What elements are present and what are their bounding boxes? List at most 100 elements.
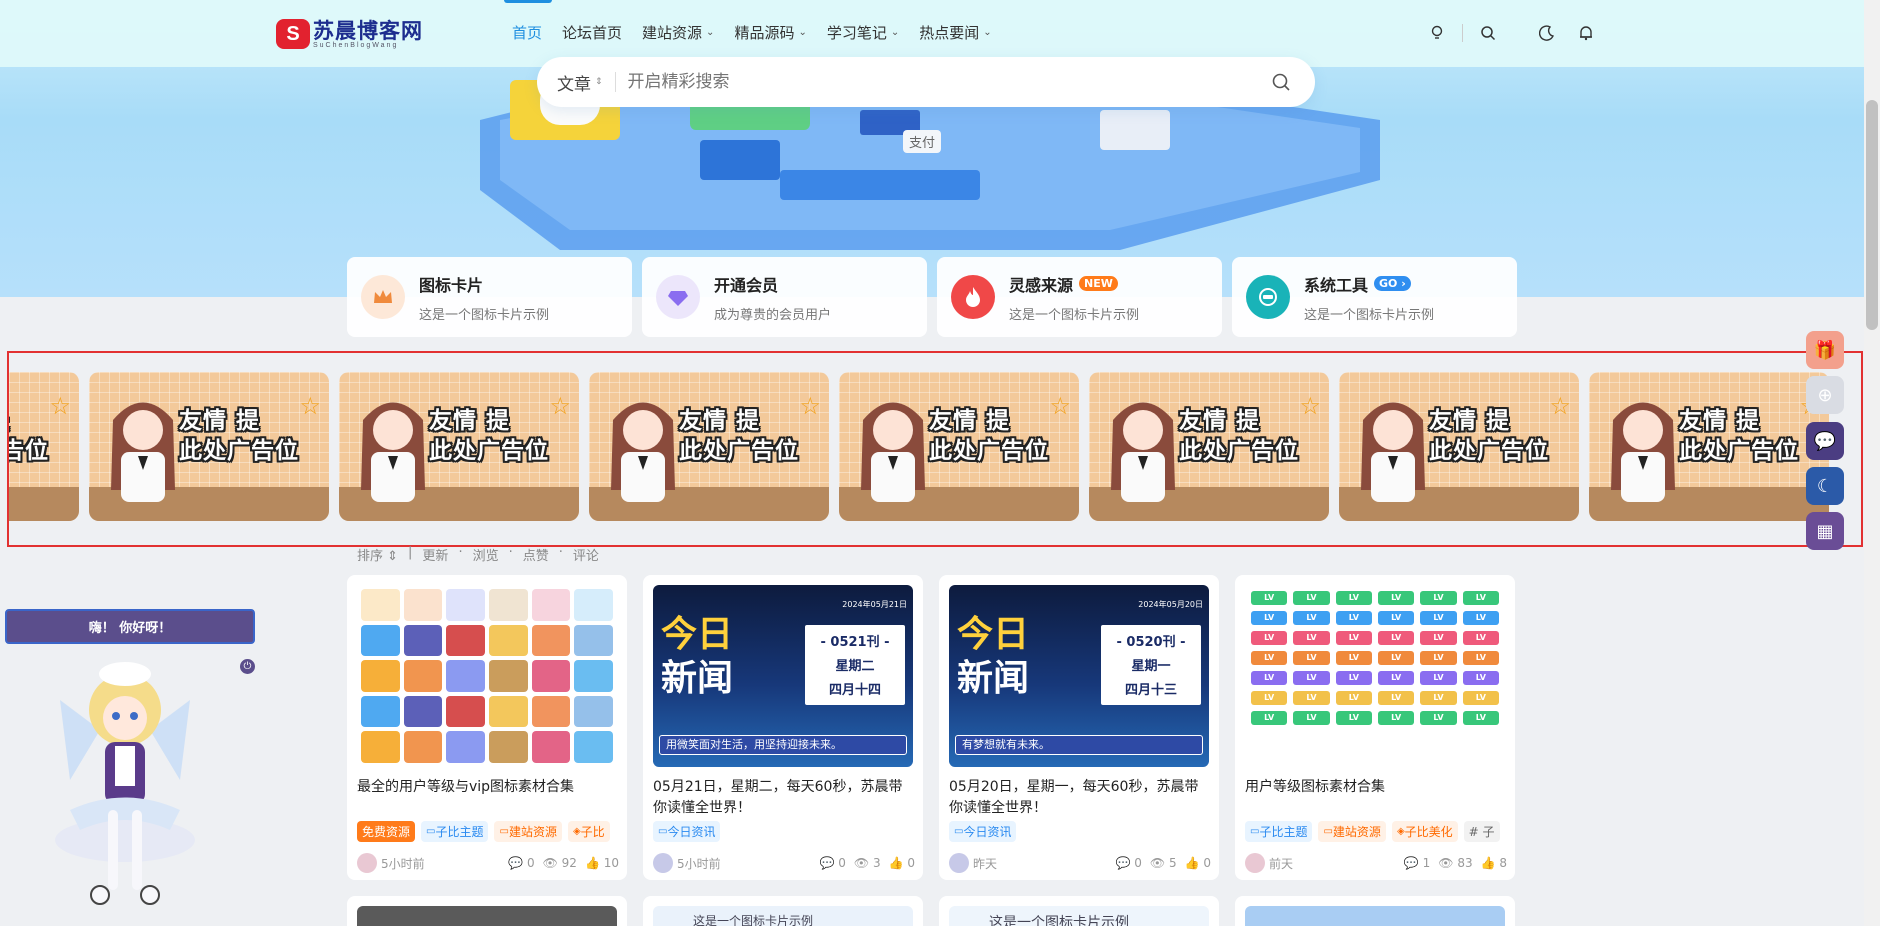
avatar[interactable]: [1245, 853, 1265, 873]
post-tag[interactable]: ▭ 今日资讯: [949, 821, 1017, 842]
post-card[interactable]: 最全的用户等级与vip图标素材合集 免费资源 ▭ 子比主题 ▭ 建站资源 ◈ 子比 5…: [347, 575, 627, 880]
icon-card[interactable]: 开通会员 成为尊贵的会员用户: [642, 257, 927, 337]
avatar[interactable]: [653, 853, 673, 873]
nav-item-study-notes[interactable]: 学习笔记 ⌄: [827, 22, 899, 43]
post-title[interactable]: 用户等级图标素材合集: [1245, 777, 1507, 798]
nav-item-site-resources[interactable]: 建站资源 ⌄: [642, 22, 714, 43]
ad-banner[interactable]: 友情 提此处广告位☆: [589, 372, 829, 521]
ad-girl-illustration: [1111, 402, 1175, 502]
thumbnail-icon: [489, 731, 528, 763]
ad-banner[interactable]: 友情 提此处广告位☆: [339, 372, 579, 521]
nav-item-hot-news[interactable]: 热点要闻 ⌄: [919, 22, 991, 43]
news-lunar: 四月十四: [828, 683, 881, 698]
post-time: 5小时前: [677, 856, 721, 871]
sort-option[interactable]: 评论: [573, 545, 599, 564]
post-tag[interactable]: ▭ 建站资源: [1318, 821, 1386, 842]
post-time: 5小时前: [381, 856, 425, 871]
level-badge: LV: [1377, 711, 1415, 725]
search-icon[interactable]: [1477, 22, 1499, 44]
sort-option[interactable]: 浏览: [473, 545, 499, 564]
post-thumbnail[interactable]: [357, 585, 617, 767]
post-title[interactable]: 05月21日，星期二，每天60秒，苏晨带你读懂全世界！: [653, 777, 915, 819]
sort-option[interactable]: 排序 ⇕: [357, 545, 398, 564]
post-title[interactable]: 最全的用户等级与vip图标素材合集: [357, 777, 619, 798]
level-badge: LV: [1251, 631, 1288, 645]
post-card[interactable]: [347, 896, 627, 926]
qrcode-icon[interactable]: ▦: [1806, 512, 1844, 550]
post-tag[interactable]: ◈ 子比美化: [1391, 821, 1458, 842]
search-icon[interactable]: [1269, 70, 1293, 94]
post-tag[interactable]: ▭ 子比主题: [1245, 821, 1313, 842]
power-icon[interactable]: ⏻: [240, 659, 255, 674]
folder-icon: ▭: [658, 826, 668, 837]
level-badge: LV: [1420, 671, 1457, 685]
scrollbar-thumb[interactable]: [1866, 100, 1878, 330]
ad-text: 友情 提此处广告位: [9, 406, 49, 466]
avatar[interactable]: [357, 853, 377, 873]
post-meta: 前天 💬 1 👁 83 👍 8: [1245, 853, 1507, 873]
post-tag[interactable]: 免费资源: [357, 821, 416, 842]
nav-item-home[interactable]: 首页: [512, 22, 542, 43]
comment-count-value: 0: [1134, 856, 1142, 870]
post-thumbnail[interactable]: LV LV LV LV LV LV LV LV LV LV LV LV LV LV LV LV LV LV LV LV…: [1245, 585, 1505, 767]
post-tag[interactable]: ▭ 今日资讯: [653, 821, 721, 842]
post-card[interactable]: 2024年05月21日 今日 新闻 - 0521刊 - 星期二 四月十四 用微笑面…: [643, 575, 923, 880]
post-card[interactable]: 这是一个图标卡片示例: [643, 896, 923, 926]
search-type-select[interactable]: 文章 ⇕: [557, 70, 603, 95]
mascot-character[interactable]: [40, 660, 210, 922]
moon-icon[interactable]: ☾: [1806, 467, 1844, 505]
moon-icon[interactable]: [1536, 22, 1558, 44]
post-thumbnail[interactable]: 2024年05月21日 今日 新闻 - 0521刊 - 星期二 四月十四 用微笑面…: [653, 585, 913, 767]
post-time: 前天: [1269, 856, 1294, 871]
post-card[interactable]: [1235, 896, 1515, 926]
ad-banner[interactable]: 友情 提此处广告位☆: [1589, 372, 1829, 521]
post-tag[interactable]: ▭ 子比主题: [421, 821, 489, 842]
ad-banner[interactable]: 友情 提此处广告位☆: [9, 372, 79, 521]
post-title[interactable]: 05月20日，星期一，每天60秒，苏晨带你读懂全世界！: [949, 777, 1211, 819]
chevron-down-icon: ⌄: [983, 27, 992, 38]
header-spacer: [1566, 24, 1567, 42]
search-input[interactable]: [627, 72, 1269, 92]
ad-banner-strip: 友情 提此处广告位☆友情 提此处广告位☆友情 提此处广告位☆友情 提此处广告位☆…: [7, 351, 1863, 547]
post-thumbnail[interactable]: 这是一个图标卡片示例: [949, 906, 1209, 926]
post-card[interactable]: 2024年05月20日 今日 新闻 - 0520刊 - 星期一 四月十三 有梦想就…: [939, 575, 1219, 880]
search-bar: 文章 ⇕: [537, 57, 1315, 107]
nav-label: 学习笔记: [826, 24, 887, 42]
chat-icon[interactable]: 💬: [1806, 422, 1844, 460]
post-thumbnail[interactable]: 2024年05月20日 今日 新闻 - 0520刊 - 星期一 四月十三 有梦想就…: [949, 585, 1209, 767]
add-circle-icon[interactable]: ⊕: [1806, 376, 1844, 414]
sort-separator: ·: [458, 545, 463, 560]
site-logo[interactable]: S 苏晨博客网 SuChenBlogWang: [276, 17, 423, 51]
post-tag[interactable]: # 子: [1463, 821, 1500, 842]
ad-banner[interactable]: 友情 提此处广告位☆: [89, 372, 329, 521]
post-card[interactable]: LV LV LV LV LV LV LV LV LV LV LV LV LV LV LV LV LV LV LV LV…: [1235, 575, 1515, 880]
ad-banner[interactable]: 友情 提此处广告位☆: [1339, 372, 1579, 521]
card-desc: 成为尊贵的会员用户: [714, 307, 832, 323]
post-tag-label: 子比主题: [435, 825, 484, 839]
post-thumbnail[interactable]: 这是一个图标卡片示例: [653, 906, 913, 926]
comment-count: 💬 0: [508, 856, 535, 870]
bulb-icon[interactable]: [1426, 22, 1448, 44]
gift-icon[interactable]: 🎁: [1806, 331, 1844, 369]
post-tag[interactable]: ▭ 建站资源: [494, 821, 562, 842]
bell-icon[interactable]: [1575, 22, 1597, 44]
sort-option[interactable]: 更新: [422, 545, 448, 564]
post-card[interactable]: 这是一个图标卡片示例: [939, 896, 1219, 926]
icon-card[interactable]: 灵感来源 NEW 这是一个图标卡片示例: [937, 257, 1222, 337]
news-date-box: - 0521刊 - 星期二 四月十四: [805, 625, 905, 705]
icon-card[interactable]: 图标卡片 这是一个图标卡片示例: [347, 257, 632, 337]
sort-option[interactable]: 点赞: [523, 545, 549, 564]
post-tag[interactable]: ◈ 子比: [567, 821, 610, 842]
icon-card[interactable]: 系统工具 GO › 这是一个图标卡片示例: [1232, 257, 1517, 337]
ad-banner[interactable]: 友情 提此处广告位☆: [1089, 372, 1329, 521]
nav-item-forum[interactable]: 论坛首页: [562, 22, 622, 43]
ad-text-line2: 此处广告位: [429, 438, 549, 464]
ad-text-line2: 此处广告位: [1429, 438, 1549, 464]
ad-text-line2: 此处广告位: [179, 438, 299, 464]
ad-banner[interactable]: 友情 提此处广告位☆: [839, 372, 1079, 521]
nav-item-source-code[interactable]: 精品源码 ⌄: [734, 22, 806, 43]
post-thumbnail[interactable]: [357, 906, 617, 926]
ad-text-line1: 友情 提: [179, 408, 261, 434]
post-thumbnail[interactable]: [1245, 906, 1505, 926]
avatar[interactable]: [949, 853, 969, 873]
